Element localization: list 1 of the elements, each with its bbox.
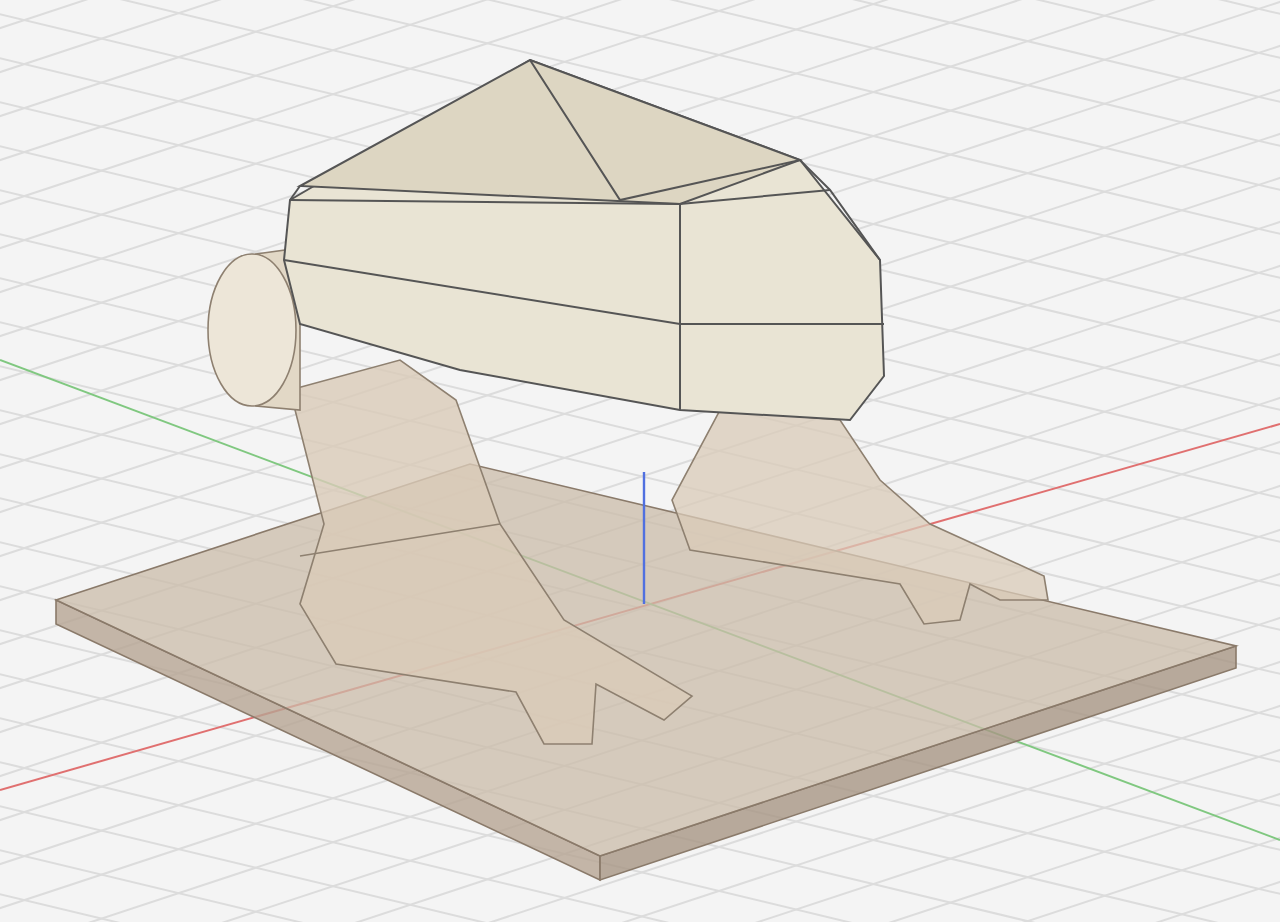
z-axis-line xyxy=(642,472,646,604)
